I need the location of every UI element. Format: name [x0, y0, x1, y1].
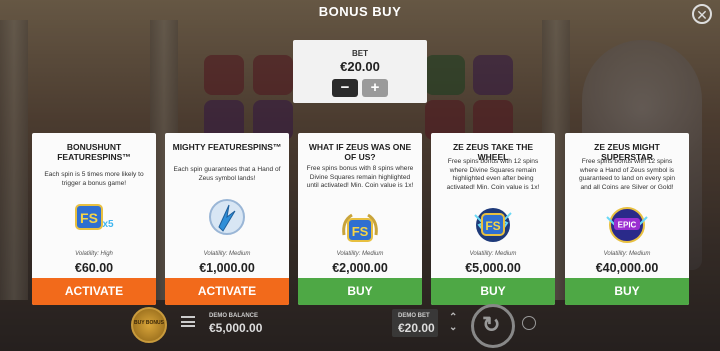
card-price: €2,000.00: [332, 261, 388, 275]
bonus-card-what-if-zeus: WHAT IF ZEUS WAS ONE OF US? Free spins b…: [298, 133, 422, 305]
card-price: €1,000.00: [199, 261, 255, 275]
activate-button[interactable]: ACTIVATE: [165, 278, 289, 305]
balance-value: €5,000.00: [209, 321, 263, 335]
card-title: BONUSHUNT FEATURESPINS™: [57, 142, 131, 162]
chevron-down-icon[interactable]: ⌄: [449, 322, 457, 333]
bet-label: BET: [352, 49, 368, 58]
spin-icon: ↻: [482, 312, 501, 337]
buy-button[interactable]: BUY: [298, 278, 422, 305]
card-price: €60.00: [74, 261, 114, 275]
menu-icon[interactable]: [181, 316, 195, 327]
bet-increase-button[interactable]: +: [362, 79, 388, 97]
bet-footer-label: DEMO BET: [398, 313, 430, 319]
card-volatility: Volatility: Medium: [603, 251, 651, 257]
bonus-card-might-superstar: ZE ZEUS MIGHT SUPERSTAR Free spins bonus…: [565, 133, 689, 305]
svg-text:EPIC: EPIC: [618, 221, 637, 230]
close-icon: ✕: [696, 7, 708, 23]
card-description: Free spins bonus with 12 spins where a H…: [578, 158, 676, 191]
spin-button[interactable]: ↻: [471, 304, 515, 348]
bet-value: €20.00: [340, 59, 380, 74]
bet-decrease-button[interactable]: −: [332, 79, 358, 97]
svg-text:FS: FS: [80, 210, 98, 226]
hand-of-zeus-icon: [209, 199, 245, 235]
card-description: Free spins bonus with 12 spins where Div…: [446, 158, 540, 191]
epic-icon: EPIC: [606, 207, 648, 243]
card-volatility: Volatility: Medium: [203, 251, 251, 257]
card-title: WHAT IF ZEUS WAS ONE OF US?: [308, 142, 412, 162]
card-volatility: Volatility: High: [75, 251, 113, 257]
page-title: BONUS BUY: [318, 4, 402, 19]
card-volatility: Volatility: Medium: [469, 251, 517, 257]
balance-label: DEMO BALANCE: [209, 313, 258, 319]
bet-footer-value: €20.00: [398, 321, 435, 335]
fs-lightning-icon: FS: [474, 208, 512, 242]
buy-button[interactable]: BUY: [431, 278, 555, 305]
bonus-card-bonushunt: BONUSHUNT FEATURESPINS™ Each spin is 5 t…: [32, 133, 156, 305]
bet-selector: BET €20.00 − +: [293, 40, 427, 103]
card-description: Free spins bonus with 8 spins where Divi…: [306, 165, 414, 189]
card-price: €40,000.00: [595, 261, 659, 275]
card-price: €5,000.00: [465, 261, 521, 275]
activate-button[interactable]: ACTIVATE: [32, 278, 156, 305]
card-description: Each spin is 5 times more likely to trig…: [44, 171, 144, 187]
fs-laurel-icon: FS: [342, 213, 378, 242]
card-description: Each spin guarantees that a Hand of Zeus…: [173, 166, 281, 182]
svg-text:x5: x5: [102, 219, 114, 230]
buy-button[interactable]: BUY: [565, 278, 689, 305]
card-volatility: Volatility: Medium: [336, 251, 384, 257]
close-button[interactable]: ✕: [692, 4, 712, 24]
buy-bonus-button[interactable]: BUY BONUS: [131, 307, 167, 343]
autoplay-button[interactable]: [522, 316, 536, 330]
svg-text:FS: FS: [485, 219, 500, 233]
bonus-card-mighty: MIGHTY FEATURESPINS™ Each spin guarantee…: [165, 133, 289, 305]
card-title: MIGHTY FEATURESPINS™: [172, 142, 282, 152]
svg-text:FS: FS: [352, 224, 369, 239]
fs-x5-icon: FS x5: [75, 204, 114, 230]
bonus-card-take-the-wheel: ZE ZEUS TAKE THE WHEEL Free spins bonus …: [431, 133, 555, 305]
